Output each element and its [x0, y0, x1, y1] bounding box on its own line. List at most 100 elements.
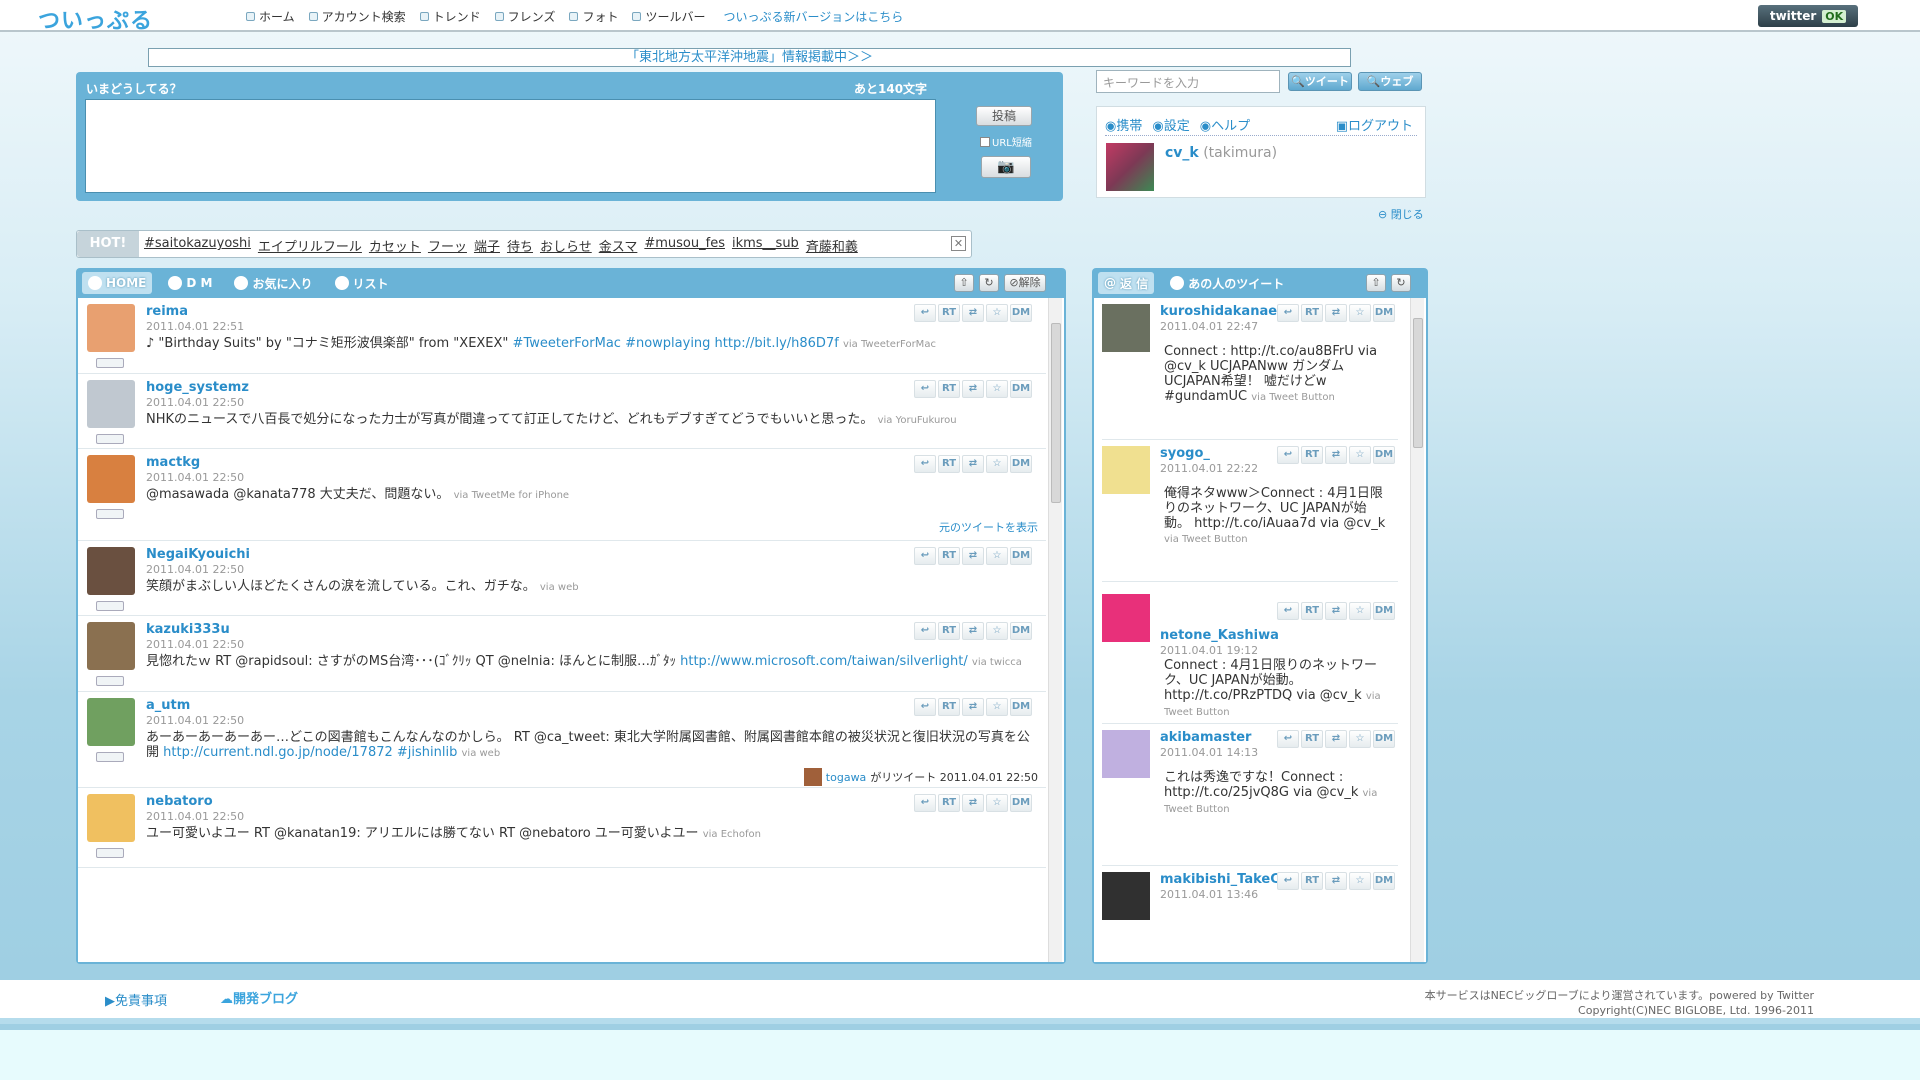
avatar[interactable] [1102, 446, 1150, 494]
favorite-icon[interactable]: ☆ [986, 547, 1008, 565]
hot-tag[interactable]: #saitokazuyoshi [144, 236, 251, 255]
hot-tag[interactable]: 金スマ [599, 236, 638, 255]
username[interactable]: hoge_systemz [146, 380, 249, 395]
reply-icon[interactable]: ↩ [914, 622, 936, 640]
retweet-button[interactable]: RT [1301, 304, 1323, 322]
avatar[interactable] [1102, 304, 1150, 352]
reply-icon[interactable]: ↩ [1277, 304, 1299, 322]
refresh-button[interactable]: ↻ [979, 274, 999, 292]
reply-icon[interactable]: ↩ [914, 304, 936, 322]
retweet-button[interactable]: RT [938, 380, 960, 398]
favorite-icon[interactable]: ☆ [1349, 730, 1371, 748]
reply-icon[interactable]: ↩ [914, 547, 936, 565]
reply-icon[interactable]: ↩ [914, 455, 936, 473]
tab-that-person[interactable]: あの人のツイート [1164, 272, 1290, 294]
new-version-link[interactable]: ついっぷる新バージョンはこちら [723, 8, 903, 25]
reply-icon[interactable]: ↩ [914, 380, 936, 398]
favorite-icon[interactable]: ☆ [986, 455, 1008, 473]
settings-link[interactable]: ◉設定 [1152, 115, 1189, 134]
avatar[interactable] [87, 380, 135, 428]
avatar[interactable] [87, 622, 135, 670]
dm-button[interactable]: DM [1373, 304, 1395, 322]
username[interactable]: makibishi_TakeC [1160, 872, 1280, 887]
username[interactable]: syogo_ [1160, 446, 1210, 461]
avatar[interactable] [87, 794, 135, 842]
retweet-button[interactable]: RT [938, 794, 960, 812]
dm-button[interactable]: DM [1373, 872, 1395, 890]
tweet-input[interactable] [85, 99, 936, 193]
hot-tag[interactable]: ikms__sub [732, 236, 799, 255]
nav-account-search[interactable]: アカウント検索 [308, 8, 406, 25]
username[interactable]: kazuki333u [146, 622, 230, 637]
sub-avatar-icon[interactable] [96, 848, 124, 858]
retweeter-avatar[interactable] [803, 768, 822, 786]
retweet-icon[interactable]: ⇄ [962, 698, 984, 716]
dm-button[interactable]: DM [1373, 730, 1395, 748]
camera-button[interactable]: 📷 [981, 156, 1031, 178]
reply-icon[interactable]: ↩ [914, 698, 936, 716]
dm-button[interactable]: DM [1373, 602, 1395, 620]
sub-avatar-icon[interactable] [96, 676, 124, 686]
url-shorten-option[interactable]: URL短縮 [980, 134, 1032, 149]
dm-button[interactable]: DM [1373, 446, 1395, 464]
retweet-button[interactable]: RT [938, 547, 960, 565]
username[interactable]: mactkg [146, 455, 200, 470]
dm-button[interactable]: DM [1010, 547, 1032, 565]
dm-button[interactable]: DM [1010, 455, 1032, 473]
tab-list[interactable]: リスト [329, 272, 395, 294]
scroll-top-button[interactable]: ⇧ [1366, 274, 1386, 292]
scroll-thumb[interactable] [1051, 323, 1061, 503]
disclaimer-link[interactable]: ▶免責事項 [105, 990, 167, 1009]
favorite-icon[interactable]: ☆ [986, 622, 1008, 640]
dm-button[interactable]: DM [1010, 380, 1032, 398]
retweet-icon[interactable]: ⇄ [962, 794, 984, 812]
refresh-button[interactable]: ↻ [1391, 274, 1411, 292]
avatar[interactable] [1102, 594, 1150, 642]
retweet-button[interactable]: RT [1301, 730, 1323, 748]
retweet-button[interactable]: RT [938, 304, 960, 322]
search-input[interactable]: キーワードを入力 [1096, 70, 1280, 93]
dm-button[interactable]: DM [1010, 794, 1032, 812]
reply-icon[interactable]: ↩ [1277, 446, 1299, 464]
close-link[interactable]: ⊖ 閉じる [1378, 206, 1424, 222]
favorite-icon[interactable]: ☆ [1349, 602, 1371, 620]
scrollbar[interactable] [1048, 298, 1062, 962]
hot-tag[interactable]: フーッ [428, 236, 467, 255]
scrollbar[interactable] [1410, 298, 1424, 962]
sub-avatar-icon[interactable] [96, 601, 124, 611]
hot-tag[interactable]: 待ち [507, 236, 533, 255]
tab-home[interactable]: HOME [82, 272, 153, 294]
dm-button[interactable]: DM [1010, 622, 1032, 640]
app-logo[interactable]: ついっぷる [38, 3, 153, 35]
username[interactable]: netone_Kashiwa [1160, 628, 1279, 643]
tweet-link[interactable]: http://www.microsoft.com/taiwan/silverli… [680, 654, 968, 669]
sub-avatar-icon[interactable] [96, 752, 124, 762]
retweet-button[interactable]: RT [1301, 872, 1323, 890]
search-web-button[interactable]: 🔍ウェブ [1358, 72, 1422, 91]
post-button[interactable]: 投稿 [976, 106, 1032, 126]
nav-trend[interactable]: トレンド [419, 8, 481, 25]
username[interactable]: akibamaster [1160, 730, 1251, 745]
hot-tag[interactable]: カセット [369, 236, 421, 255]
retweet-button[interactable]: RT [1301, 602, 1323, 620]
favorite-icon[interactable]: ☆ [1349, 872, 1371, 890]
retweet-icon[interactable]: ⇄ [962, 380, 984, 398]
hot-tag[interactable]: 端子 [474, 236, 500, 255]
username[interactable]: NegaiKyouichi [146, 547, 250, 562]
favorite-icon[interactable]: ☆ [986, 794, 1008, 812]
username[interactable]: a_utm [146, 698, 190, 713]
avatar[interactable] [87, 304, 135, 352]
dm-button[interactable]: DM [1010, 304, 1032, 322]
scroll-top-button[interactable]: ⇧ [954, 274, 974, 292]
hot-tag[interactable]: 斉藤和義 [806, 236, 858, 255]
retweet-icon[interactable]: ⇄ [962, 622, 984, 640]
retweet-button[interactable]: RT [938, 455, 960, 473]
favorite-icon[interactable]: ☆ [1349, 304, 1371, 322]
favorite-icon[interactable]: ☆ [986, 698, 1008, 716]
retweet-icon[interactable]: ⇄ [962, 455, 984, 473]
retweet-button[interactable]: RT [1301, 446, 1323, 464]
avatar[interactable] [87, 547, 135, 595]
reply-icon[interactable]: ↩ [1277, 730, 1299, 748]
retweet-icon[interactable]: ⇄ [962, 304, 984, 322]
retweet-icon[interactable]: ⇄ [1325, 602, 1347, 620]
